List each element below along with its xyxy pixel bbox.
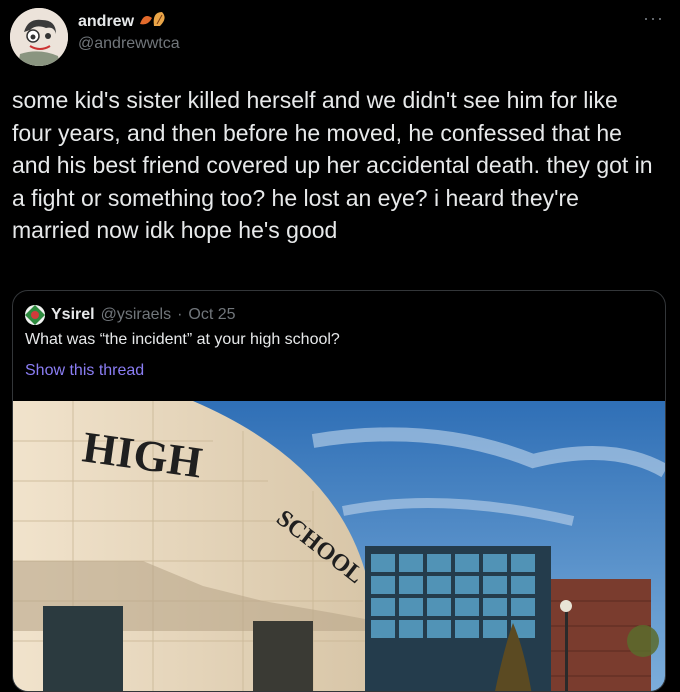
avatar[interactable] — [10, 8, 68, 66]
tweet-text: some kid's sister killed herself and we … — [12, 87, 659, 243]
quoted-text: What was “the incident” at your high sch… — [25, 331, 340, 348]
tweet-header: andrew @andrewwtca ··· — [0, 0, 680, 80]
more-icon[interactable]: ··· — [643, 8, 664, 29]
display-name-row: andrew — [78, 10, 170, 33]
quoted-avatar[interactable] — [25, 305, 45, 325]
quoted-handle[interactable]: @ysiraels — [101, 306, 171, 324]
quoted-date[interactable]: Oct 25 — [188, 306, 235, 324]
meta-separator: · — [177, 306, 183, 323]
handle[interactable]: @andrewwtca — [78, 35, 180, 53]
leaves-icon — [138, 10, 170, 33]
school-photo[interactable]: HIGH SCHOOL — [13, 401, 665, 691]
quoted-tweet-header: Ysirel @ysiraels · Oct 25 — [25, 305, 236, 325]
display-name[interactable]: andrew — [78, 13, 134, 31]
show-thread-link[interactable]: Show this thread — [25, 362, 144, 380]
quoted-tweet[interactable]: Ysirel @ysiraels · Oct 25 What was “the … — [12, 290, 666, 692]
quoted-display-name[interactable]: Ysirel — [51, 306, 95, 324]
